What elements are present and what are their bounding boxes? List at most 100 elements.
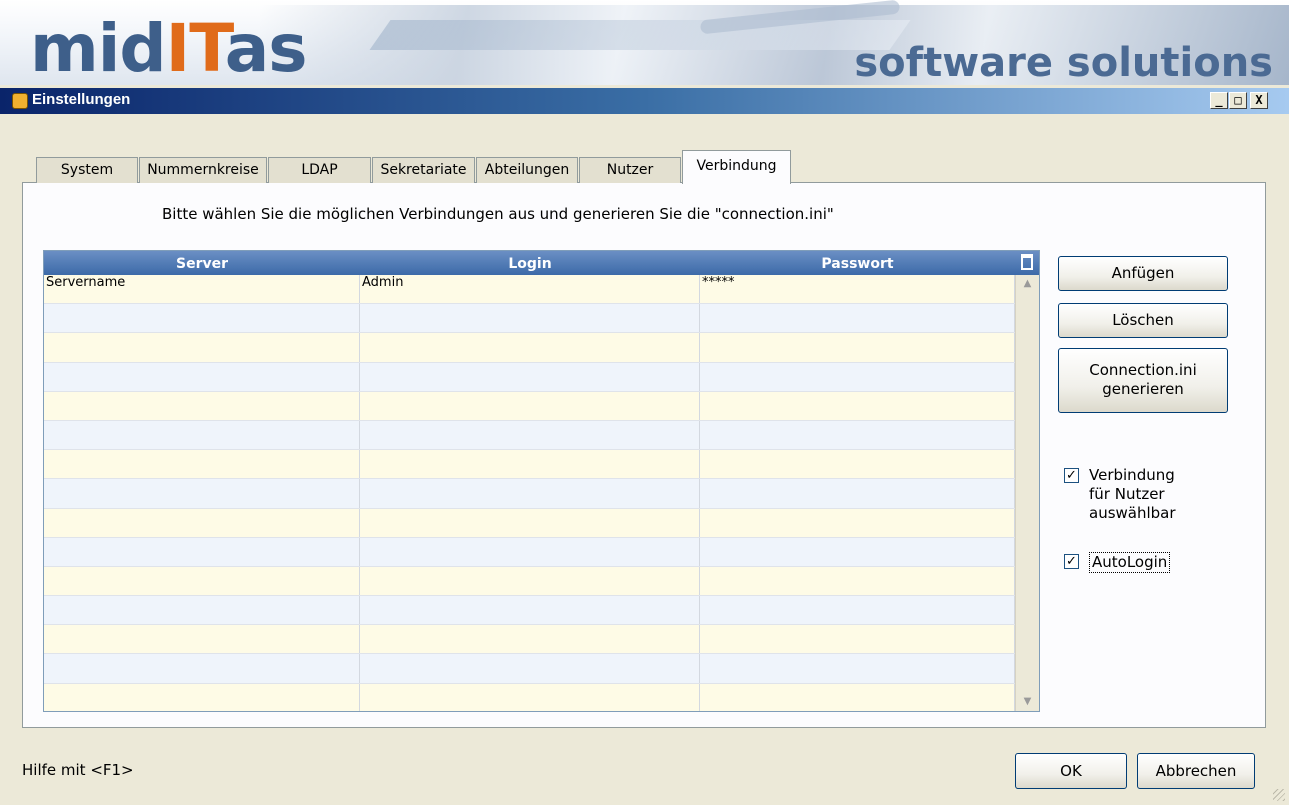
table-row[interactable] — [44, 654, 1015, 684]
delete-button[interactable]: Löschen — [1058, 303, 1228, 338]
table-row[interactable] — [44, 537, 1015, 567]
selectable-checkbox[interactable]: ✓ — [1064, 468, 1079, 483]
generate-connection-ini-button[interactable]: Connection.ini generieren — [1058, 348, 1228, 413]
grid-header: Server Login Passwort — [44, 251, 1039, 275]
table-cell[interactable] — [700, 596, 1015, 625]
column-header-server[interactable]: Server — [44, 251, 360, 275]
banner-stripe — [369, 20, 911, 50]
table-cell[interactable] — [360, 654, 700, 683]
table-cell[interactable] — [700, 333, 1015, 362]
table-cell[interactable] — [360, 420, 700, 450]
table-cell[interactable] — [44, 537, 360, 566]
table-cell[interactable] — [700, 625, 1015, 654]
table-cell[interactable] — [360, 479, 700, 508]
ok-button[interactable]: OK — [1015, 753, 1127, 789]
table-cell[interactable] — [360, 537, 700, 566]
tab-nutzer[interactable]: Nutzer — [579, 157, 681, 183]
table-cell[interactable] — [700, 479, 1015, 508]
cancel-button[interactable]: Abbrechen — [1137, 753, 1255, 789]
table-row[interactable] — [44, 333, 1015, 363]
table-cell[interactable] — [360, 596, 700, 625]
table-cell[interactable] — [44, 654, 360, 683]
table-cell[interactable] — [360, 362, 700, 391]
table-row[interactable] — [44, 683, 1015, 711]
tab-nummernkreise[interactable]: Nummernkreise — [139, 157, 267, 183]
column-header-passwort[interactable]: Passwort — [700, 251, 1015, 275]
table-cell[interactable] — [360, 683, 700, 711]
table-cell[interactable] — [700, 566, 1015, 596]
table-cell[interactable] — [700, 362, 1015, 391]
table-cell[interactable] — [44, 391, 360, 420]
table-cell[interactable] — [700, 304, 1015, 333]
connections-grid[interactable]: Server Login Passwort Servername Admin ***… — [43, 250, 1040, 712]
table-cell[interactable]: ***** — [700, 275, 1015, 304]
logo-part: IT — [165, 10, 226, 85]
grid-rows: Servername Admin ***** — [44, 275, 1015, 711]
table-row[interactable] — [44, 391, 1015, 421]
table-cell[interactable] — [360, 304, 700, 333]
add-button[interactable]: Anfügen — [1058, 256, 1228, 291]
autologin-label: AutoLogin — [1089, 552, 1171, 573]
table-cell[interactable] — [700, 537, 1015, 566]
table-cell[interactable] — [700, 450, 1015, 479]
table-cell[interactable] — [44, 566, 360, 596]
table-cell[interactable] — [44, 450, 360, 479]
table-cell[interactable] — [360, 391, 700, 420]
tab-system[interactable]: System — [36, 157, 138, 183]
table-cell[interactable] — [360, 566, 700, 596]
table-cell[interactable]: Admin — [360, 275, 700, 304]
vertical-scrollbar[interactable]: ▲ ▼ — [1015, 275, 1039, 711]
table-cell[interactable] — [44, 508, 360, 537]
table-cell[interactable] — [44, 683, 360, 711]
scroll-up-icon[interactable]: ▲ — [1016, 275, 1039, 293]
table-row[interactable]: Servername Admin ***** — [44, 275, 1015, 305]
add-button-label: Anfügen — [1111, 264, 1175, 282]
close-button[interactable]: X — [1250, 92, 1268, 109]
table-cell[interactable] — [44, 420, 360, 450]
table-row[interactable] — [44, 362, 1015, 392]
maximize-button[interactable]: □ — [1229, 92, 1247, 109]
cancel-button-label: Abbrechen — [1155, 762, 1237, 780]
table-cell[interactable] — [700, 391, 1015, 420]
table-row[interactable] — [44, 508, 1015, 538]
logo-part: mid — [30, 10, 167, 85]
tab-verbindung[interactable]: Verbindung — [682, 150, 791, 184]
table-cell[interactable] — [360, 333, 700, 362]
resize-grip-icon[interactable] — [1273, 789, 1285, 801]
column-chooser-icon[interactable] — [1021, 254, 1033, 270]
table-cell[interactable] — [700, 654, 1015, 683]
table-cell[interactable]: Servername — [44, 275, 360, 304]
window-titlebar[interactable]: Einstellungen _ □ X — [0, 88, 1289, 114]
column-header-login[interactable]: Login — [360, 251, 700, 275]
table-row[interactable] — [44, 566, 1015, 597]
table-row[interactable] — [44, 420, 1015, 451]
table-cell[interactable] — [700, 683, 1015, 711]
table-row[interactable] — [44, 625, 1015, 655]
table-cell[interactable] — [44, 625, 360, 654]
table-cell[interactable] — [44, 596, 360, 625]
table-row[interactable] — [44, 596, 1015, 626]
table-cell[interactable] — [700, 420, 1015, 450]
minimize-button[interactable]: _ — [1210, 92, 1228, 109]
selectable-label-line: für Nutzer — [1089, 485, 1165, 503]
table-cell[interactable] — [700, 508, 1015, 537]
table-cell[interactable] — [360, 450, 700, 479]
tab-ldap[interactable]: LDAP — [268, 157, 371, 183]
table-row[interactable] — [44, 450, 1015, 480]
table-row[interactable] — [44, 304, 1015, 334]
table-cell[interactable] — [360, 625, 700, 654]
tab-abteilungen[interactable]: Abteilungen — [476, 157, 578, 183]
generate-button-label: generieren — [1102, 380, 1184, 398]
tab-sekretariate[interactable]: Sekretariate — [372, 157, 475, 183]
ok-button-label: OK — [1060, 762, 1082, 780]
selectable-label-line: auswählbar — [1089, 504, 1176, 522]
autologin-checkbox[interactable]: ✓ — [1064, 554, 1079, 569]
table-cell[interactable] — [44, 333, 360, 362]
scroll-down-icon[interactable]: ▼ — [1016, 693, 1039, 711]
table-cell[interactable] — [44, 362, 360, 391]
table-cell[interactable] — [44, 304, 360, 333]
table-cell[interactable] — [44, 479, 360, 508]
table-cell[interactable] — [360, 508, 700, 537]
table-row[interactable] — [44, 479, 1015, 509]
app-banner: midITas software solutions — [0, 0, 1289, 85]
